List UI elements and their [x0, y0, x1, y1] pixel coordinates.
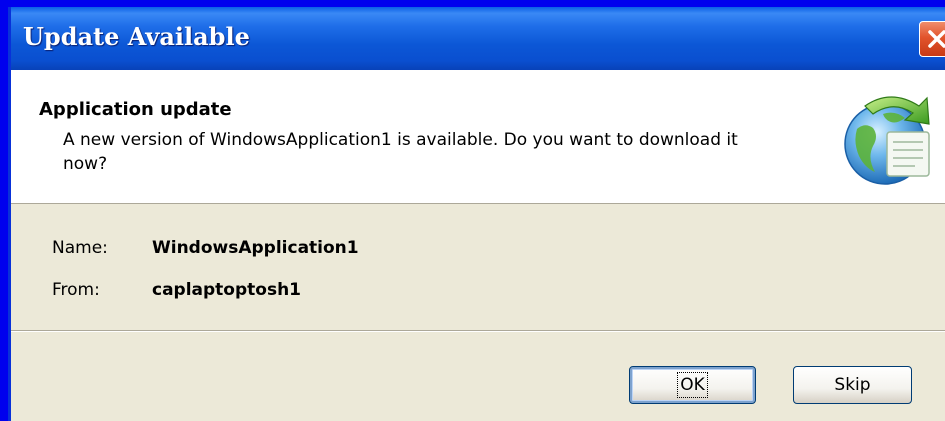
details-section: Name: WindowsApplication1 From: caplapto… — [11, 204, 945, 308]
name-label: Name: — [52, 238, 108, 258]
header-description: A new version of WindowsApplication1 is … — [63, 130, 738, 174]
ok-button[interactable]: OK — [629, 366, 756, 404]
title-bar[interactable]: Update Available — [11, 7, 945, 70]
update-dialog: Update Available Application update A ne… — [8, 7, 945, 421]
name-value: WindowsApplication1 — [152, 238, 359, 258]
dialog-header: Application update A new version of Wind… — [11, 70, 945, 204]
divider — [11, 330, 945, 332]
window-title: Update Available — [23, 22, 250, 51]
close-button[interactable] — [919, 21, 945, 57]
globe-update-icon — [844, 96, 930, 185]
from-label: From: — [52, 280, 100, 300]
ok-button-label: OK — [677, 372, 708, 398]
skip-button-label: Skip — [834, 375, 871, 395]
close-icon — [928, 30, 945, 48]
from-value: caplaptoptosh1 — [152, 280, 302, 300]
header-title: Application update — [39, 99, 232, 120]
skip-button[interactable]: Skip — [793, 366, 912, 404]
